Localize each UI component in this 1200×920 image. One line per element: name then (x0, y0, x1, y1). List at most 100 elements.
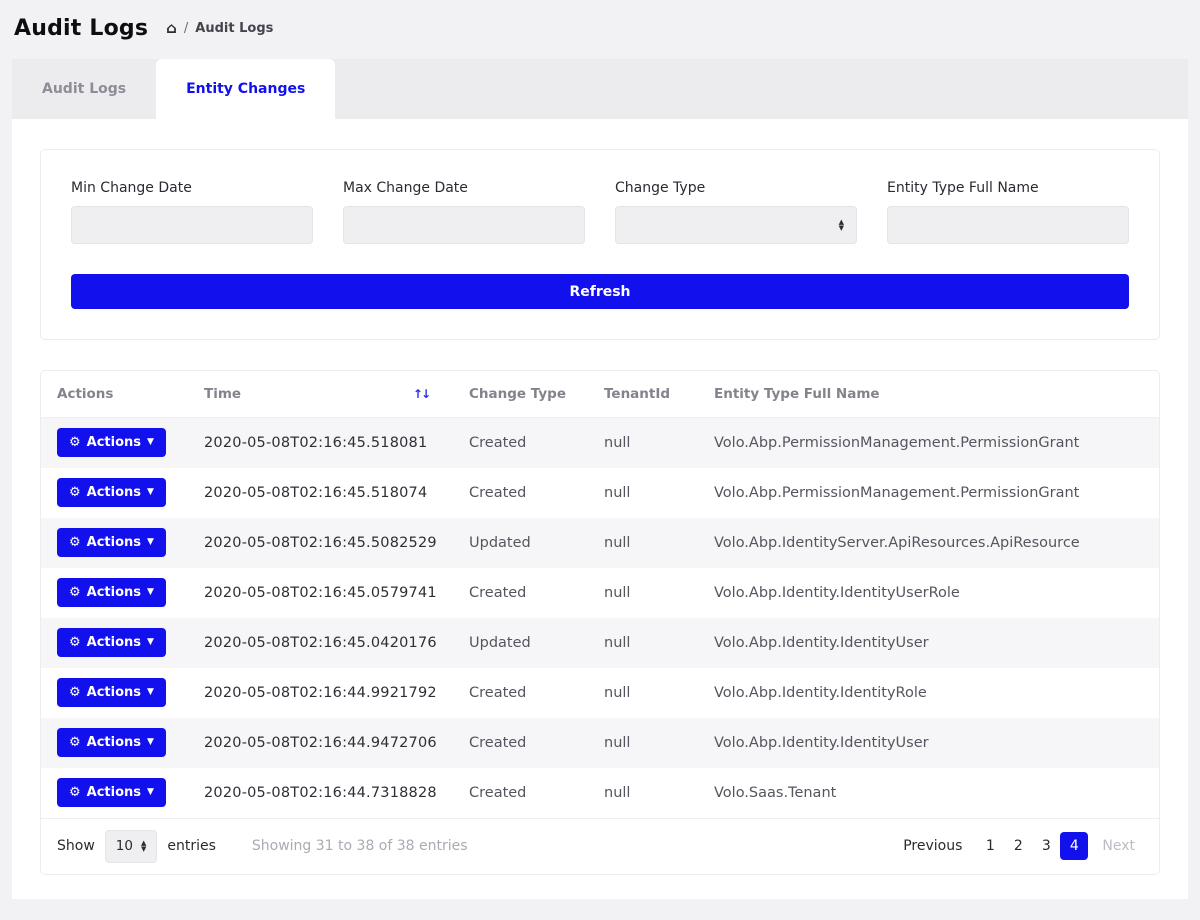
change-type-cell: Created (453, 718, 588, 768)
entity-type-cell: Volo.Abp.Identity.IdentityUser (698, 618, 1159, 668)
row-actions-button[interactable]: ⚙ Actions ▼ (57, 628, 166, 657)
showing-entries-text: Showing 31 to 38 of 38 entries (252, 838, 468, 854)
gear-icon: ⚙ (69, 486, 81, 499)
row-actions-button[interactable]: ⚙ Actions ▼ (57, 478, 166, 507)
actions-cell: ⚙ Actions ▼ (41, 668, 188, 718)
time-header-label: Time (204, 386, 241, 402)
page-header: Audit Logs ⌂ / Audit Logs (0, 0, 1200, 53)
tabs-bar: Audit Logs Entity Changes (12, 59, 1188, 119)
row-actions-button[interactable]: ⚙ Actions ▼ (57, 428, 166, 457)
caret-down-icon: ▼ (147, 688, 154, 697)
row-actions-button[interactable]: ⚙ Actions ▼ (57, 678, 166, 707)
actions-cell: ⚙ Actions ▼ (41, 518, 188, 568)
entity-type-cell: Volo.Abp.Identity.IdentityUser (698, 718, 1159, 768)
min-change-date-input[interactable] (71, 206, 313, 244)
pagination-previous[interactable]: Previous (895, 832, 970, 860)
entity-type-cell: Volo.Saas.Tenant (698, 768, 1159, 818)
entity-type-cell: Volo.Abp.PermissionManagement.Permission… (698, 468, 1159, 518)
change-type-cell: Updated (453, 618, 588, 668)
row-actions-button[interactable]: ⚙ Actions ▼ (57, 778, 166, 807)
tenant-id-cell: null (588, 468, 698, 518)
time-cell: 2020-05-08T02:16:44.9921792 (188, 668, 453, 718)
max-change-date-label: Max Change Date (343, 180, 585, 196)
entity-type-full-name-input[interactable] (887, 206, 1129, 244)
tenant-id-cell: null (588, 618, 698, 668)
filter-card: Min Change Date Max Change Date Change T… (40, 149, 1160, 340)
pagination-page-2[interactable]: 2 (1004, 832, 1032, 860)
filter-min-change-date: Min Change Date (71, 180, 313, 244)
table-row: ⚙ Actions ▼ 2020-05-08T02:16:45.0579741 … (41, 568, 1159, 618)
table-row: ⚙ Actions ▼ 2020-05-08T02:16:45.518081 C… (41, 418, 1159, 468)
actions-cell: ⚙ Actions ▼ (41, 768, 188, 818)
caret-down-icon: ▼ (147, 588, 154, 597)
time-cell: 2020-05-08T02:16:45.5082529 (188, 518, 453, 568)
time-cell: 2020-05-08T02:16:44.7318828 (188, 768, 453, 818)
actions-button-label: Actions (87, 535, 141, 550)
table-row: ⚙ Actions ▼ 2020-05-08T02:16:45.0420176 … (41, 618, 1159, 668)
table-footer: Show 10 ▲▼ entries Showing 31 to 38 of 3… (41, 818, 1159, 874)
pagination-pages: 1234 (976, 832, 1088, 860)
caret-down-icon: ▼ (147, 438, 154, 447)
tenant-id-cell: null (588, 718, 698, 768)
change-type-label: Change Type (615, 180, 857, 196)
change-type-cell: Created (453, 468, 588, 518)
column-header-time[interactable]: Time ↑↓ (188, 371, 453, 418)
pagination-page-4[interactable]: 4 (1060, 832, 1088, 860)
actions-button-label: Actions (87, 485, 141, 500)
time-cell: 2020-05-08T02:16:45.518074 (188, 468, 453, 518)
actions-button-label: Actions (87, 735, 141, 750)
table-row: ⚙ Actions ▼ 2020-05-08T02:16:44.7318828 … (41, 768, 1159, 818)
gear-icon: ⚙ (69, 636, 81, 649)
page-size-updown-icon: ▲▼ (141, 840, 146, 852)
pagination-page-3[interactable]: 3 (1032, 832, 1060, 860)
actions-button-label: Actions (87, 785, 141, 800)
row-actions-button[interactable]: ⚙ Actions ▼ (57, 528, 166, 557)
entries-label: entries (167, 838, 216, 854)
content-panel: Min Change Date Max Change Date Change T… (12, 119, 1188, 899)
filter-max-change-date: Max Change Date (343, 180, 585, 244)
row-actions-button[interactable]: ⚙ Actions ▼ (57, 578, 166, 607)
gear-icon: ⚙ (69, 586, 81, 599)
change-type-cell: Created (453, 568, 588, 618)
caret-down-icon: ▼ (147, 538, 154, 547)
pagination-next[interactable]: Next (1094, 832, 1143, 860)
gear-icon: ⚙ (69, 786, 81, 799)
select-updown-icon: ▲▼ (839, 219, 844, 231)
column-header-entity-type: Entity Type Full Name (698, 371, 1159, 418)
gear-icon: ⚙ (69, 436, 81, 449)
page-size-select[interactable]: 10 ▲▼ (105, 830, 158, 863)
page-title: Audit Logs (14, 16, 148, 41)
table-row: ⚙ Actions ▼ 2020-05-08T02:16:44.9921792 … (41, 668, 1159, 718)
breadcrumb-separator: / (184, 21, 188, 36)
actions-button-label: Actions (87, 635, 141, 650)
table-header-row: Actions Time ↑↓ Change Type TenantId Ent… (41, 371, 1159, 418)
entity-changes-table: Actions Time ↑↓ Change Type TenantId Ent… (41, 371, 1159, 818)
change-type-cell: Created (453, 418, 588, 468)
change-type-select[interactable]: ▲▼ (615, 206, 857, 244)
entity-changes-table-card: Actions Time ↑↓ Change Type TenantId Ent… (40, 370, 1160, 875)
refresh-button[interactable]: Refresh (71, 274, 1129, 309)
column-header-change-type: Change Type (453, 371, 588, 418)
table-body: ⚙ Actions ▼ 2020-05-08T02:16:45.518081 C… (41, 418, 1159, 818)
actions-button-label: Actions (87, 435, 141, 450)
actions-cell: ⚙ Actions ▼ (41, 568, 188, 618)
pagination-page-1[interactable]: 1 (976, 832, 1004, 860)
entity-type-cell: Volo.Abp.Identity.IdentityUserRole (698, 568, 1159, 618)
max-change-date-input[interactable] (343, 206, 585, 244)
column-header-actions: Actions (41, 371, 188, 418)
change-type-cell: Created (453, 668, 588, 718)
time-cell: 2020-05-08T02:16:45.0420176 (188, 618, 453, 668)
time-cell: 2020-05-08T02:16:45.0579741 (188, 568, 453, 618)
breadcrumb-current: Audit Logs (195, 21, 273, 36)
gear-icon: ⚙ (69, 736, 81, 749)
caret-down-icon: ▼ (147, 488, 154, 497)
sort-icon[interactable]: ↑↓ (413, 387, 429, 401)
actions-cell: ⚙ Actions ▼ (41, 418, 188, 468)
entity-type-cell: Volo.Abp.PermissionManagement.Permission… (698, 418, 1159, 468)
row-actions-button[interactable]: ⚙ Actions ▼ (57, 728, 166, 757)
home-icon[interactable]: ⌂ (166, 21, 177, 36)
entity-type-cell: Volo.Abp.IdentityServer.ApiResources.Api… (698, 518, 1159, 568)
tab-audit-logs[interactable]: Audit Logs (12, 59, 156, 119)
gear-icon: ⚙ (69, 536, 81, 549)
tab-entity-changes[interactable]: Entity Changes (156, 59, 335, 119)
